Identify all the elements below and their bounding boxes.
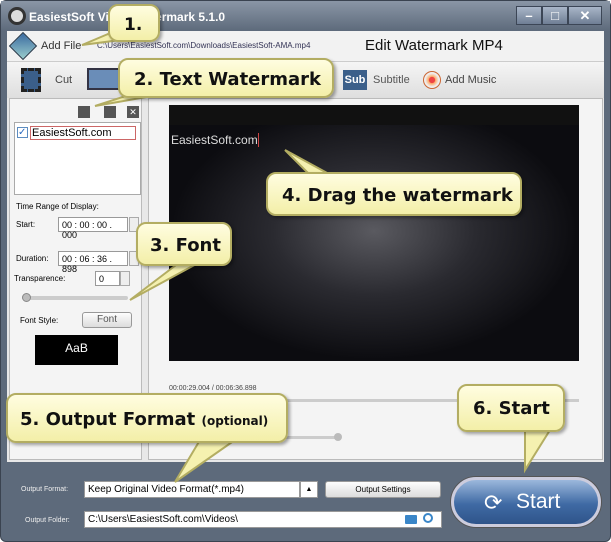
- duration-label: Duration:: [16, 254, 49, 263]
- tab-label: Subtitle: [373, 74, 410, 86]
- file-path: C:\Users\EasiestSoft.com\Downloads\Easie…: [97, 41, 311, 50]
- checkbox[interactable]: ✓: [17, 127, 28, 138]
- time-range-label: Time Range of Display:: [16, 202, 99, 211]
- font-preview: AaB: [35, 335, 118, 365]
- start-time-input[interactable]: 00 : 00 : 00 . 000: [58, 217, 128, 240]
- tab-cut[interactable]: Cut: [15, 66, 75, 94]
- transparence-input[interactable]: 0: [95, 271, 120, 286]
- minimize-button[interactable]: –: [516, 6, 542, 25]
- watermark-item-label[interactable]: EasiestSoft.com: [30, 126, 136, 140]
- page-heading: Edit Watermark MP4: [365, 37, 503, 54]
- search-icon[interactable]: [423, 513, 433, 523]
- tab-subtitle[interactable]: Sub Subtitle: [343, 66, 413, 94]
- app-logo-icon: [8, 7, 26, 25]
- callout-step-1: 1.: [108, 4, 160, 42]
- transparence-label: Transparence:: [14, 274, 66, 283]
- tab-label: Add Music: [445, 74, 497, 86]
- output-folder-input[interactable]: C:\Users\EasiestSoft.com\Videos\: [84, 511, 442, 528]
- tab-add-music[interactable]: Add Music: [421, 66, 501, 94]
- start-button-label: Start: [516, 490, 561, 513]
- callout-step-6: 6. Start: [457, 384, 565, 432]
- folder-icon[interactable]: [405, 515, 417, 524]
- output-format-label: Output Format:: [21, 486, 69, 493]
- playback-time: 00:00:29.004 / 00:06:36.898: [169, 385, 257, 392]
- film-icon: [21, 68, 41, 92]
- callout-text: 2. Text Watermark: [134, 69, 322, 90]
- callout-text-optional: (optional): [201, 414, 269, 428]
- title-bar: EasiestSoft Video Watermark 5.1.0 – □ ✕: [1, 1, 610, 31]
- transparence-slider[interactable]: [22, 293, 128, 302]
- delete-watermark-icon[interactable]: ✕: [127, 106, 139, 118]
- callout-step-4: 4. Drag the watermark: [266, 172, 522, 216]
- music-disc-icon: [423, 71, 441, 89]
- close-button[interactable]: ✕: [568, 6, 602, 25]
- callout-text: 3. Font: [150, 235, 221, 256]
- watermark-list: ✓ EasiestSoft.com: [14, 122, 141, 195]
- font-style-label: Font Style:: [20, 316, 59, 325]
- add-file-icon[interactable]: [8, 31, 38, 61]
- output-format-select[interactable]: Keep Original Video Format(*.mp4): [84, 481, 300, 498]
- transparence-spinner[interactable]: [120, 271, 130, 286]
- callout-text: 1.: [124, 15, 143, 35]
- add-file-button[interactable]: Add File: [41, 40, 81, 52]
- list-item[interactable]: ✓ EasiestSoft.com: [17, 126, 137, 140]
- start-label: Start:: [16, 220, 36, 229]
- callout-text: 4. Drag the watermark: [282, 185, 513, 206]
- duration-input[interactable]: 00 : 06 : 36 . 898: [58, 251, 128, 274]
- output-folder-label: Output Folder:: [25, 517, 70, 524]
- add-text-watermark-icon[interactable]: [78, 106, 90, 118]
- output-settings-button[interactable]: Output Settings: [325, 481, 441, 498]
- callout-text: 5. Output Format: [20, 409, 196, 430]
- draggable-watermark[interactable]: EasiestSoft.com: [171, 133, 259, 147]
- tab-label: Cut: [55, 74, 73, 86]
- dropdown-arrow-icon[interactable]: ▲: [300, 481, 318, 498]
- start-button[interactable]: ⟳ Start: [451, 477, 601, 527]
- callout-text: 6. Start: [473, 398, 550, 419]
- font-button[interactable]: Font: [82, 312, 132, 328]
- callout-step-2: 2. Text Watermark: [118, 58, 334, 98]
- subtitle-icon: Sub: [343, 70, 367, 90]
- add-image-watermark-icon[interactable]: [104, 106, 116, 118]
- callout-step-3: 3. Font: [136, 222, 232, 266]
- callout-step-5: 5. Output Format (optional): [6, 393, 288, 443]
- slider-thumb[interactable]: [22, 293, 31, 302]
- maximize-button[interactable]: □: [542, 6, 568, 25]
- refresh-icon: ⟳: [484, 490, 503, 515]
